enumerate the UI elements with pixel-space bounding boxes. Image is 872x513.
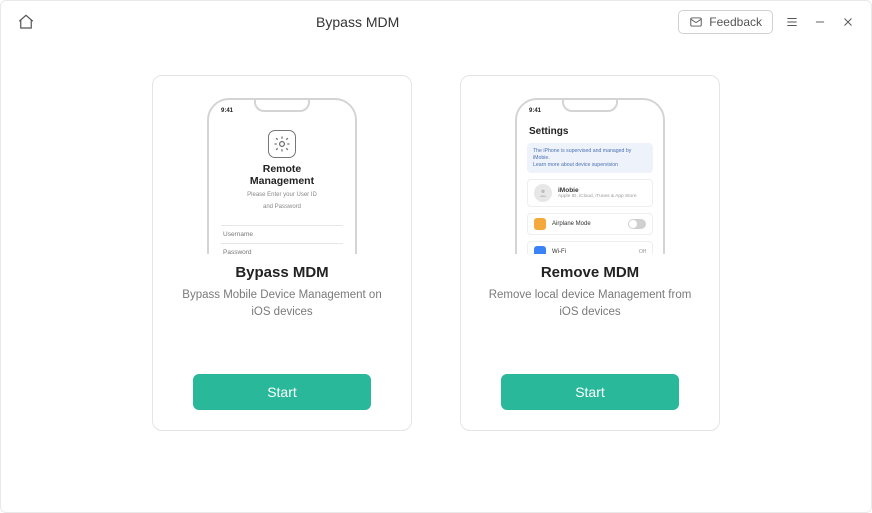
home-icon <box>17 13 35 31</box>
user-row: iMobie Apple ID, iCloud, iTunes & App St… <box>527 179 653 207</box>
phone-time: 9:41 <box>529 108 541 114</box>
phone-notch <box>254 100 310 112</box>
minimize-button[interactable] <box>811 13 829 31</box>
banner-line2: Learn more about device supervision <box>533 162 647 169</box>
card-bypass-mdm: 9:41 Remote Management Please Enter your… <box>152 75 412 431</box>
wifi-icon <box>534 246 546 254</box>
card-bypass-title: Bypass MDM <box>235 264 328 281</box>
wifi-status: Off <box>639 249 646 254</box>
airplane-toggle <box>628 219 646 229</box>
rm-desc-line2: and Password <box>221 204 343 211</box>
avatar-icon <box>534 184 552 202</box>
start-button-bypass[interactable]: Start <box>193 374 371 410</box>
password-label: Password <box>223 249 261 254</box>
feedback-button[interactable]: Feedback <box>678 10 773 34</box>
card-remove-subtitle: Remove local device Management from iOS … <box>477 287 703 320</box>
settings-title: Settings <box>529 126 653 137</box>
airplane-label: Airplane Mode <box>552 221 591 227</box>
password-row: Password <box>221 244 343 254</box>
rm-desc-line1: Please Enter your User ID <box>221 192 343 199</box>
rm-title-line1: Remote <box>221 164 343 176</box>
close-icon <box>841 15 855 29</box>
user-sub: Apple ID, iCloud, iTunes & App Store <box>558 194 636 199</box>
phone-illustration-bypass: 9:41 Remote Management Please Enter your… <box>202 98 362 254</box>
gear-icon <box>268 130 296 158</box>
username-row: Username <box>221 226 343 244</box>
banner-line1: The iPhone is supervised and managed by … <box>533 148 647 162</box>
card-bypass-subtitle: Bypass Mobile Device Management on iOS d… <box>169 287 395 320</box>
home-button[interactable] <box>15 11 37 33</box>
phone-time: 9:41 <box>221 108 233 114</box>
main-content: 9:41 Remote Management Please Enter your… <box>1 75 871 431</box>
feedback-label: Feedback <box>709 15 762 29</box>
title-bar: Bypass MDM Feedback <box>1 1 871 43</box>
card-remove-mdm: 9:41 Settings The iPhone is supervised a… <box>460 75 720 431</box>
menu-icon <box>785 15 799 29</box>
card-remove-title: Remove MDM <box>541 264 639 281</box>
minimize-icon <box>813 15 827 29</box>
titlebar-right: Feedback <box>678 10 857 34</box>
wifi-row: Wi-Fi Off <box>527 241 653 254</box>
airplane-icon <box>534 218 546 230</box>
window-title: Bypass MDM <box>37 14 678 30</box>
start-button-remove[interactable]: Start <box>501 374 679 410</box>
phone-notch <box>562 100 618 112</box>
mail-icon <box>689 15 703 29</box>
wifi-label: Wi-Fi <box>552 249 566 254</box>
airplane-row: Airplane Mode <box>527 213 653 235</box>
username-label: Username <box>223 231 261 238</box>
phone-illustration-remove: 9:41 Settings The iPhone is supervised a… <box>510 98 670 254</box>
rm-title-line2: Management <box>221 176 343 188</box>
supervision-banner: The iPhone is supervised and managed by … <box>527 143 653 173</box>
menu-button[interactable] <box>783 13 801 31</box>
close-button[interactable] <box>839 13 857 31</box>
